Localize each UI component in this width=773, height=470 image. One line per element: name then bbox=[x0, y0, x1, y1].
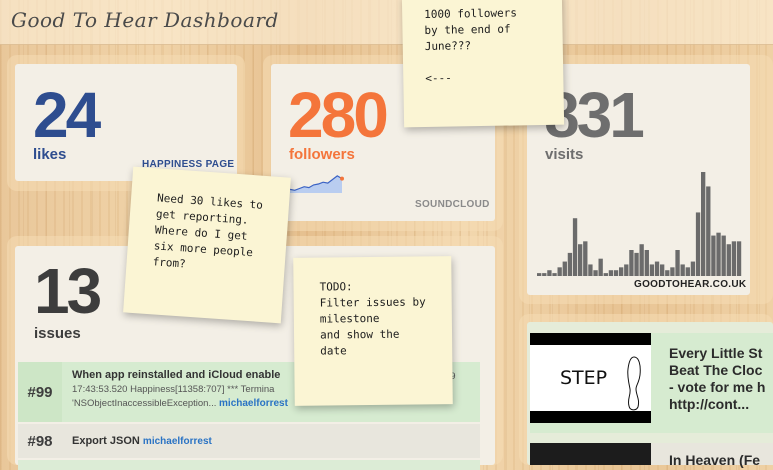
visits-bar bbox=[624, 264, 629, 276]
visits-bar bbox=[670, 267, 675, 276]
feed-text-line: http://cont... bbox=[669, 396, 750, 412]
sticky-note-likes-goal[interactable]: Need 30 likes to get reporting. Where do… bbox=[123, 166, 291, 324]
followers-count: 280 bbox=[288, 79, 389, 151]
visits-bar bbox=[613, 270, 619, 276]
visits-bar bbox=[552, 273, 557, 276]
visits-bar bbox=[567, 252, 573, 276]
feed-text-line: Every Little St bbox=[669, 345, 763, 361]
visits-bar bbox=[619, 267, 624, 276]
issue-author-link[interactable]: michaelforrest bbox=[143, 436, 212, 447]
sticky-note-followers-goal[interactable]: 1000 followers by the end of June??? <--… bbox=[401, 0, 565, 128]
footprint-icon bbox=[627, 356, 641, 411]
feed-thumbnail[interactable] bbox=[530, 443, 651, 465]
visits-bar bbox=[711, 235, 716, 276]
visits-bar bbox=[542, 273, 547, 276]
issue-number: #99 bbox=[18, 362, 62, 422]
visits-bar bbox=[680, 264, 685, 276]
visits-bar bbox=[572, 218, 578, 276]
visits-bar bbox=[603, 273, 608, 276]
goodtohear-link[interactable]: GOODTOHEAR.CO.UK bbox=[634, 279, 746, 290]
page-title: Good To Hear Dashboard bbox=[11, 8, 279, 32]
visits-bar bbox=[644, 250, 649, 276]
issue-body: Export JSON michaelforrest bbox=[72, 435, 212, 447]
sticky-note-todo[interactable]: TODO: Filter issues by milestone and sho… bbox=[293, 256, 453, 406]
feed-item[interactable]: In Heaven (Fe bbox=[530, 443, 773, 468]
visits-bar bbox=[716, 232, 721, 276]
issue-number: #98 bbox=[27, 432, 53, 450]
visits-label: visits bbox=[545, 146, 584, 163]
issues-label: issues bbox=[34, 325, 81, 342]
thumbnail-panel: STEP bbox=[530, 345, 651, 411]
visits-bar bbox=[593, 270, 598, 276]
feed-text-line: In Heaven (Fe bbox=[669, 452, 761, 468]
visits-bar bbox=[695, 212, 701, 276]
visits-bar bbox=[537, 273, 542, 276]
issue-row[interactable] bbox=[18, 460, 480, 470]
issue-meta-line: 17:43:53.520 Happiness[11358:707] *** Te… bbox=[72, 384, 275, 395]
visits-bar bbox=[660, 264, 665, 276]
visits-bar bbox=[598, 258, 603, 276]
visits-bar bbox=[578, 244, 583, 276]
visits-bar bbox=[736, 241, 742, 276]
visits-bar bbox=[629, 250, 634, 276]
visits-bar bbox=[634, 252, 639, 276]
followers-label: followers bbox=[289, 146, 355, 163]
sparkline-endpoint bbox=[340, 176, 344, 181]
issue-title[interactable]: When app reinstalled and iCloud enable bbox=[72, 369, 288, 381]
visits-bar bbox=[690, 261, 696, 276]
visits-bar bbox=[706, 186, 711, 276]
visits-bar bbox=[675, 250, 680, 276]
followers-sparkline bbox=[289, 175, 344, 193]
issue-meta-line2: 'NSObjectInaccessibleException... michae… bbox=[72, 397, 288, 411]
issue-author-link[interactable]: michaelforrest bbox=[219, 398, 288, 409]
feed-text[interactable]: Every Little St Beat The Cloc - vote for… bbox=[669, 345, 765, 413]
feed-text-line: Beat The Cloc bbox=[669, 362, 763, 378]
visits-bar bbox=[665, 270, 670, 276]
visits-bar-chart bbox=[537, 172, 742, 276]
visits-bar bbox=[588, 264, 593, 276]
issues-count: 13 bbox=[34, 255, 102, 327]
visits-bar bbox=[654, 261, 660, 276]
visits-bar bbox=[649, 264, 655, 276]
visits-bar bbox=[639, 244, 644, 276]
visits-bar bbox=[685, 267, 690, 276]
thumbnail-caption: STEP bbox=[560, 367, 608, 389]
issue-title[interactable]: Export JSON bbox=[72, 435, 140, 447]
feed-item[interactable]: STEP Every Little St Beat The Cloc - vot… bbox=[530, 333, 773, 433]
visits-bar bbox=[701, 172, 706, 276]
likes-tile: 24 likes HAPPINESS PAGE bbox=[15, 64, 237, 181]
visits-bar bbox=[721, 235, 726, 276]
visits-bar bbox=[731, 241, 737, 276]
soundcloud-link[interactable]: SOUNDCLOUD bbox=[415, 199, 490, 210]
issue-exception-text: 'NSObjectInaccessibleException... bbox=[72, 398, 217, 409]
visits-bar bbox=[547, 270, 552, 276]
issue-body: When app reinstalled and iCloud enable 1… bbox=[72, 369, 288, 411]
feed-thumbnail[interactable]: STEP bbox=[530, 333, 651, 423]
visits-bar bbox=[562, 261, 567, 276]
visits-bar bbox=[726, 244, 731, 276]
visits-bar bbox=[608, 270, 614, 276]
visits-bar bbox=[557, 267, 562, 276]
feed-text-line: - vote for me h bbox=[669, 379, 766, 395]
feed-text[interactable]: In Heaven (Fe bbox=[669, 452, 760, 469]
visits-bar bbox=[583, 241, 588, 276]
header-bar: Good To Hear Dashboard bbox=[0, 0, 773, 45]
issue-row[interactable]: #98 Export JSON michaelforrest bbox=[18, 424, 480, 458]
likes-label: likes bbox=[33, 146, 67, 163]
likes-count: 24 bbox=[33, 79, 101, 151]
